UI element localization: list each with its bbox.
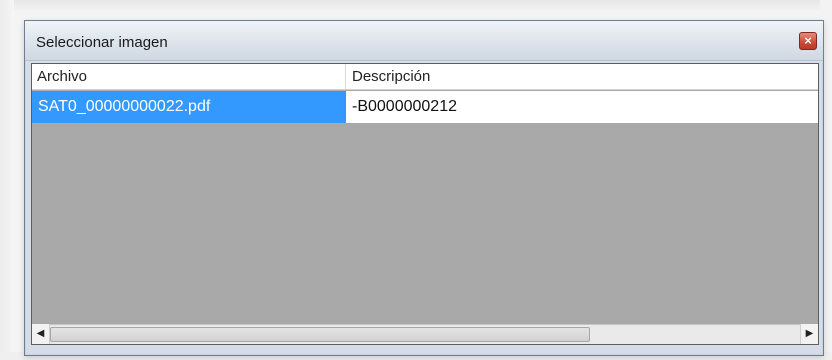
arrow-left-icon: ◀ — [36, 328, 45, 339]
close-icon: × — [804, 33, 812, 48]
scroll-left-button[interactable]: ◀ — [32, 324, 50, 344]
cell-archivo[interactable]: SAT0_00000000022.pdf — [32, 91, 346, 123]
horizontal-scrollbar[interactable]: ◀ ▶ — [32, 324, 818, 344]
list-header: Archivo Descripción — [32, 64, 818, 90]
scrollbar-thumb[interactable] — [50, 327, 590, 342]
cell-descripcion[interactable]: -B0000000212 — [346, 91, 818, 123]
dialog-titlebar[interactable]: Seleccionar imagen × — [25, 21, 823, 61]
column-header-archivo[interactable]: Archivo — [32, 64, 346, 90]
select-image-dialog: Seleccionar imagen × Archivo Descripción… — [24, 20, 824, 356]
dialog-title: Seleccionar imagen — [36, 34, 168, 51]
file-list[interactable]: Archivo Descripción SAT0_00000000022.pdf… — [31, 63, 819, 345]
list-item[interactable]: SAT0_00000000022.pdf -B0000000212 — [32, 91, 818, 123]
background-window-left — [0, 0, 14, 360]
scroll-right-button[interactable]: ▶ — [800, 324, 818, 344]
close-button[interactable]: × — [799, 32, 817, 50]
column-header-descripcion[interactable]: Descripción — [346, 64, 818, 90]
scrollbar-track[interactable] — [50, 325, 800, 344]
background-window-top — [0, 0, 832, 10]
arrow-right-icon: ▶ — [805, 328, 814, 339]
